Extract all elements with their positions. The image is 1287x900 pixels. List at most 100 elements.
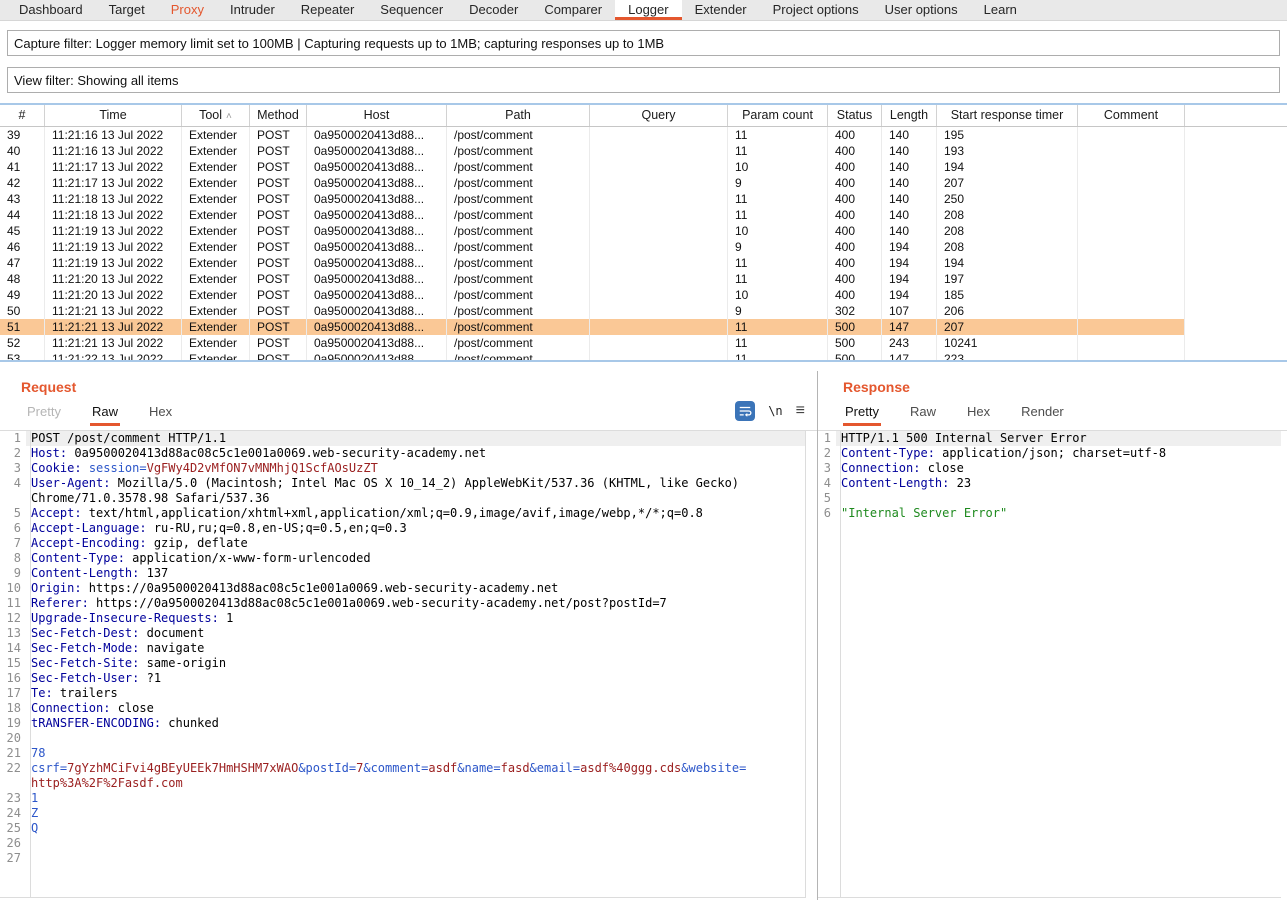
newline-icon[interactable]: \n [768,404,782,418]
table-row[interactable]: 5111:21:21 13 Jul 2022ExtenderPOST0a9500… [0,319,1287,335]
cell-tool: Extender [182,351,250,360]
table-row[interactable]: 4111:21:17 13 Jul 2022ExtenderPOST0a9500… [0,159,1287,175]
cell-path: /post/comment [447,127,590,143]
cell-comment [1078,127,1185,143]
table-row[interactable]: 4411:21:18 13 Jul 2022ExtenderPOST0a9500… [0,207,1287,223]
response-tab-render[interactable]: Render [1019,401,1066,426]
column-header-start-response-timer[interactable]: Start response timer [937,105,1078,126]
table-row[interactable]: 5311:21:22 13 Jul 2022ExtenderPOST0a9500… [0,351,1287,360]
line-content: Accept: text/html,application/xhtml+xml,… [26,506,805,521]
request-tab-raw[interactable]: Raw [90,401,120,426]
cell-path: /post/comment [447,351,590,360]
request-tab-pretty[interactable]: Pretty [25,401,63,426]
column-header--[interactable]: # [0,105,45,126]
request-editor-wrap: 1POST /post/comment HTTP/1.12Host: 0a950… [0,430,817,898]
cell-param-count: 11 [728,127,828,143]
tab-dashboard[interactable]: Dashboard [6,0,96,20]
cell-param-count: 9 [728,239,828,255]
cell-length: 147 [882,351,937,360]
response-tab-raw[interactable]: Raw [908,401,938,426]
tab-intruder[interactable]: Intruder [217,0,288,20]
table-row[interactable]: 4611:21:19 13 Jul 2022ExtenderPOST0a9500… [0,239,1287,255]
column-header-method[interactable]: Method [250,105,307,126]
line-number: 11 [0,596,26,611]
editor-line: 15Sec-Fetch-Site: same-origin [0,656,805,671]
tab-sequencer[interactable]: Sequencer [367,0,456,20]
cell-start-response-timer: 207 [937,319,1078,335]
table-row[interactable]: 5211:21:21 13 Jul 2022ExtenderPOST0a9500… [0,335,1287,351]
tab-project-options[interactable]: Project options [760,0,872,20]
tab-target[interactable]: Target [96,0,158,20]
column-header-path[interactable]: Path [447,105,590,126]
cell-method: POST [250,127,307,143]
column-header-param-count[interactable]: Param count [728,105,828,126]
cell-host: 0a9500020413d88... [307,319,447,335]
table-row[interactable]: 4211:21:17 13 Jul 2022ExtenderPOST0a9500… [0,175,1287,191]
table-row[interactable]: 4011:21:16 13 Jul 2022ExtenderPOST0a9500… [0,143,1287,159]
word-wrap-glyph [738,404,752,418]
column-header-query[interactable]: Query [590,105,728,126]
cell--: 53 [0,351,45,360]
line-content: Origin: https://0a9500020413d88ac08c5c1e… [26,581,805,596]
table-body: 3911:21:16 13 Jul 2022ExtenderPOST0a9500… [0,127,1287,360]
code-segment: POST /post/comment HTTP/1.1 [31,431,226,445]
request-tab-hex[interactable]: Hex [147,401,174,426]
capture-filter-bar[interactable]: Capture filter: Logger memory limit set … [7,30,1280,56]
tab-logger[interactable]: Logger [615,0,681,20]
column-header-comment[interactable]: Comment [1078,105,1185,126]
column-header-time[interactable]: Time [45,105,182,126]
column-header-tool[interactable]: Tool˄ [182,105,250,126]
tab-comparer[interactable]: Comparer [531,0,615,20]
code-segment: ru-RU,ru;q=0.8,en-US;q=0.5,en;q=0.3 [147,521,407,535]
tab-learn[interactable]: Learn [971,0,1030,20]
word-wrap-icon[interactable] [735,401,755,421]
line-number: 21 [0,746,26,761]
tab-proxy[interactable]: Proxy [158,0,217,20]
line-content: Content-Length: 23 [836,476,1281,491]
line-content: Connection: close [836,461,1281,476]
editor-line: Chrome/71.0.3578.98 Safari/537.36 [0,491,805,506]
code-segment: close [110,701,153,715]
table-row[interactable]: 4311:21:18 13 Jul 2022ExtenderPOST0a9500… [0,191,1287,207]
tab-extender[interactable]: Extender [682,0,760,20]
response-tab-pretty[interactable]: Pretty [843,401,881,426]
cell-method: POST [250,223,307,239]
response-tab-hex[interactable]: Hex [965,401,992,426]
table-row[interactable]: 4911:21:20 13 Jul 2022ExtenderPOST0a9500… [0,287,1287,303]
table-row[interactable]: 4511:21:19 13 Jul 2022ExtenderPOST0a9500… [0,223,1287,239]
editor-line: 4Content-Length: 23 [818,476,1281,491]
tab-repeater[interactable]: Repeater [288,0,367,20]
column-header-length[interactable]: Length [882,105,937,126]
line-number [0,491,26,506]
cell-comment [1078,287,1185,303]
code-segment: Content-Length: [841,476,949,490]
table-row[interactable]: 4811:21:20 13 Jul 2022ExtenderPOST0a9500… [0,271,1287,287]
cell-start-response-timer: 223 [937,351,1078,360]
response-tabs: Pretty Raw Hex Render [843,402,1275,426]
view-filter-bar[interactable]: View filter: Showing all items [7,67,1280,93]
code-segment: http%3A%2F%2Fasdf.com [31,776,183,790]
tab-user-options[interactable]: User options [872,0,971,20]
column-header-host[interactable]: Host [307,105,447,126]
editor-line: 2Host: 0a9500020413d88ac08c5c1e001a0069.… [0,446,805,461]
tab-decoder[interactable]: Decoder [456,0,531,20]
code-segment: &website= [681,761,746,775]
cell-tool: Extender [182,319,250,335]
cell-comment [1078,303,1185,319]
table-row[interactable]: 3911:21:16 13 Jul 2022ExtenderPOST0a9500… [0,127,1287,143]
column-header-status[interactable]: Status [828,105,882,126]
editor-menu-icon[interactable]: ≡ [796,403,805,419]
code-segment: asdf%40ggg.cds [580,761,681,775]
line-content: Content-Type: application/x-www-form-url… [26,551,805,566]
table-row[interactable]: 5011:21:21 13 Jul 2022ExtenderPOST0a9500… [0,303,1287,319]
code-segment: Mozilla/5.0 (Macintosh; Intel Mac OS X 1… [110,476,739,490]
response-editor[interactable]: 1HTTP/1.1 500 Internal Server Error2Cont… [818,431,1281,898]
cell-time: 11:21:18 13 Jul 2022 [45,191,182,207]
table-row[interactable]: 4711:21:19 13 Jul 2022ExtenderPOST0a9500… [0,255,1287,271]
request-editor[interactable]: 1POST /post/comment HTTP/1.12Host: 0a950… [0,431,806,898]
cell-time: 11:21:20 13 Jul 2022 [45,287,182,303]
cell-path: /post/comment [447,191,590,207]
code-segment: 23 [949,476,971,490]
cell-host: 0a9500020413d88... [307,287,447,303]
cell--: 47 [0,255,45,271]
